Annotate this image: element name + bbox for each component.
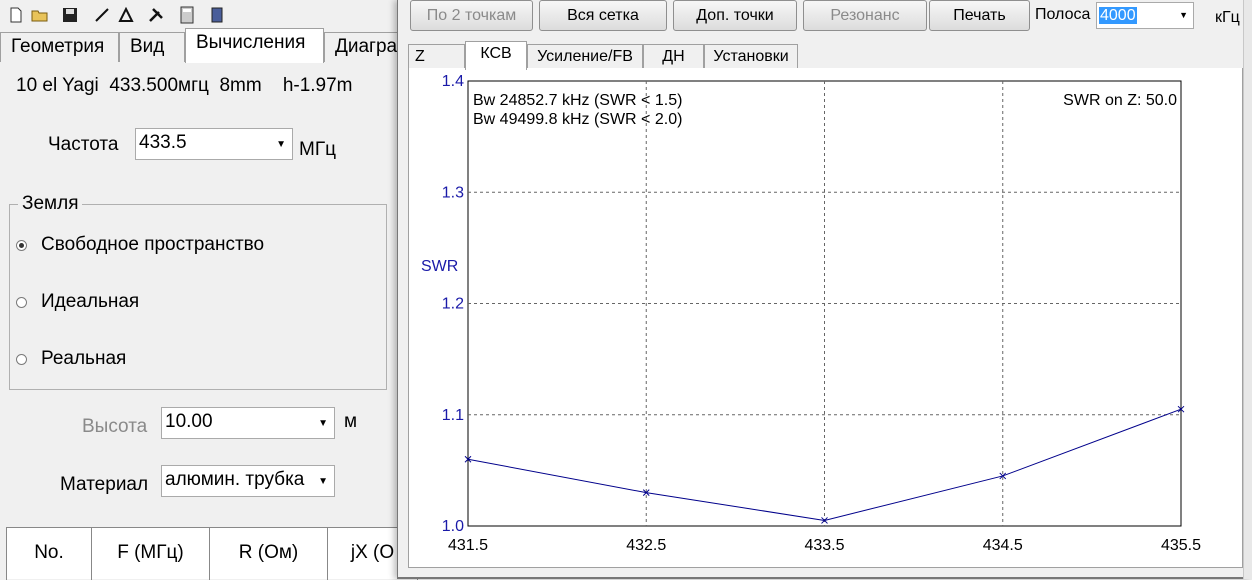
y-tick-label: 1.0 [442, 518, 464, 535]
results-table-header: No. F (МГц) R (Ом) jX (О [6, 527, 418, 580]
material-value: алюмин. трубка [165, 469, 305, 490]
y-tick-label: 1.2 [442, 296, 464, 313]
band-unit: кГц [1215, 9, 1240, 26]
radio-ideal[interactable] [16, 297, 27, 308]
open-folder-icon[interactable] [30, 5, 50, 25]
full-grid-button[interactable]: Вся сетка [539, 0, 667, 31]
x-tick-label: 434.5 [983, 537, 1023, 554]
bw-annotation-2: Bw 49499.8 kHz (SWR < 2.0) [473, 111, 682, 128]
tab-view[interactable]: Вид [119, 32, 185, 62]
material-combo[interactable]: алюмин. трубка ▼ [161, 465, 335, 497]
model-frequency: 433.500мгц [109, 75, 209, 96]
triangle-tool-icon[interactable] [116, 5, 136, 25]
print-button[interactable]: Печать [929, 0, 1030, 31]
column-header-frequency[interactable]: F (МГц) [92, 528, 210, 580]
extra-points-button[interactable]: Доп. точки [673, 0, 797, 31]
by-two-points-button[interactable]: По 2 точкам [410, 0, 533, 31]
height-label: Высота [82, 416, 148, 437]
chevron-down-icon[interactable]: ▼ [318, 408, 328, 440]
y-tick-label: 1.1 [442, 407, 464, 424]
height-value: 10.00 [165, 411, 213, 432]
frequency-unit: МГц [299, 139, 336, 160]
column-header-resistance[interactable]: R (Ом) [210, 528, 328, 580]
x-tick-label: 431.5 [448, 537, 488, 554]
height-combo[interactable]: 10.00 ▼ [161, 407, 335, 439]
toolbar [0, 0, 410, 30]
frequency-value: 433.5 [139, 132, 187, 153]
new-file-icon[interactable] [6, 5, 26, 25]
x-tick-label: 433.5 [804, 537, 844, 554]
frequency-label: Частота [48, 134, 119, 155]
tab-gain-fb[interactable]: Усиление/FB [527, 44, 643, 69]
x-tick-label: 435.5 [1161, 537, 1201, 554]
chevron-down-icon[interactable]: ▼ [318, 466, 328, 498]
model-height: h-1.97m [282, 75, 353, 96]
chevron-down-icon[interactable]: ▼ [276, 129, 286, 161]
calculator-icon[interactable] [177, 5, 197, 25]
tab-geometry[interactable]: Геометрия [0, 32, 119, 62]
swr-chart-panel: 431.5 432.5 433.5 434.5 435.5 1.0 1.1 1.2 1.3 1.4… [408, 68, 1243, 568]
y-axis-label: SWR [421, 258, 458, 275]
material-label: Материал [60, 474, 149, 495]
radio-free-space[interactable] [16, 240, 27, 251]
main-tabs: Геометрия Вид Вычисления Диагра [0, 28, 414, 63]
y-tick-label: 1.3 [442, 184, 464, 201]
chevron-down-icon[interactable]: ▼ [1179, 3, 1188, 28]
height-unit: м [344, 411, 358, 432]
save-icon[interactable] [60, 5, 80, 25]
ground-option-free-space[interactable]: Свободное пространство [41, 234, 264, 256]
swr-on-z-annotation: SWR on Z: 50.0 [1063, 92, 1177, 109]
ground-option-real[interactable]: Реальная [41, 348, 126, 370]
window-edge-scrollbar[interactable] [1243, 0, 1252, 579]
tab-pattern[interactable]: ДН [643, 44, 704, 69]
resonance-button[interactable]: Резонанс [803, 0, 927, 31]
ground-title: Земля [18, 193, 83, 215]
model-name: 10 el Yagi [16, 75, 99, 96]
calculation-window: Геометрия Вид Вычисления Диагра 10 el Ya… [0, 0, 418, 580]
wire-tool-icon[interactable] [92, 5, 112, 25]
swr-chart: 431.5 432.5 433.5 434.5 435.5 1.0 1.1 1.2 1.3 1.4… [421, 73, 1201, 554]
y-tick-label: 1.4 [442, 73, 464, 90]
bw-annotation-1: Bw 24852.7 kHz (SWR < 1.5) [473, 92, 682, 109]
tab-swr[interactable]: КСВ [465, 41, 527, 70]
tab-calculations[interactable]: Вычисления [185, 28, 324, 63]
tab-z[interactable]: Z [408, 44, 465, 69]
band-value[interactable]: 4000 [1099, 7, 1137, 24]
antenna-icon[interactable] [207, 5, 227, 25]
x-tick-label: 432.5 [626, 537, 666, 554]
band-label: Полоса [1035, 6, 1091, 23]
swr-chart-window: По 2 точкам Вся сетка Доп. точки Резонан… [397, 0, 1252, 579]
frequency-combo[interactable]: 433.5 ▼ [135, 128, 293, 160]
band-combo[interactable]: 4000 ▼ [1096, 2, 1194, 29]
tools-icon[interactable] [146, 5, 166, 25]
ground-option-ideal[interactable]: Идеальная [41, 291, 139, 313]
chart-tabs: Z КСВ Усиление/FB ДН Установки [408, 41, 1242, 70]
model-wire: 8mm [219, 75, 262, 96]
tab-settings[interactable]: Установки [704, 44, 798, 69]
column-header-no[interactable]: No. [6, 528, 92, 580]
radio-real[interactable] [16, 354, 27, 365]
model-description: 10 el Yagi 433.500мгц 8mm h-1.97m [16, 75, 353, 97]
